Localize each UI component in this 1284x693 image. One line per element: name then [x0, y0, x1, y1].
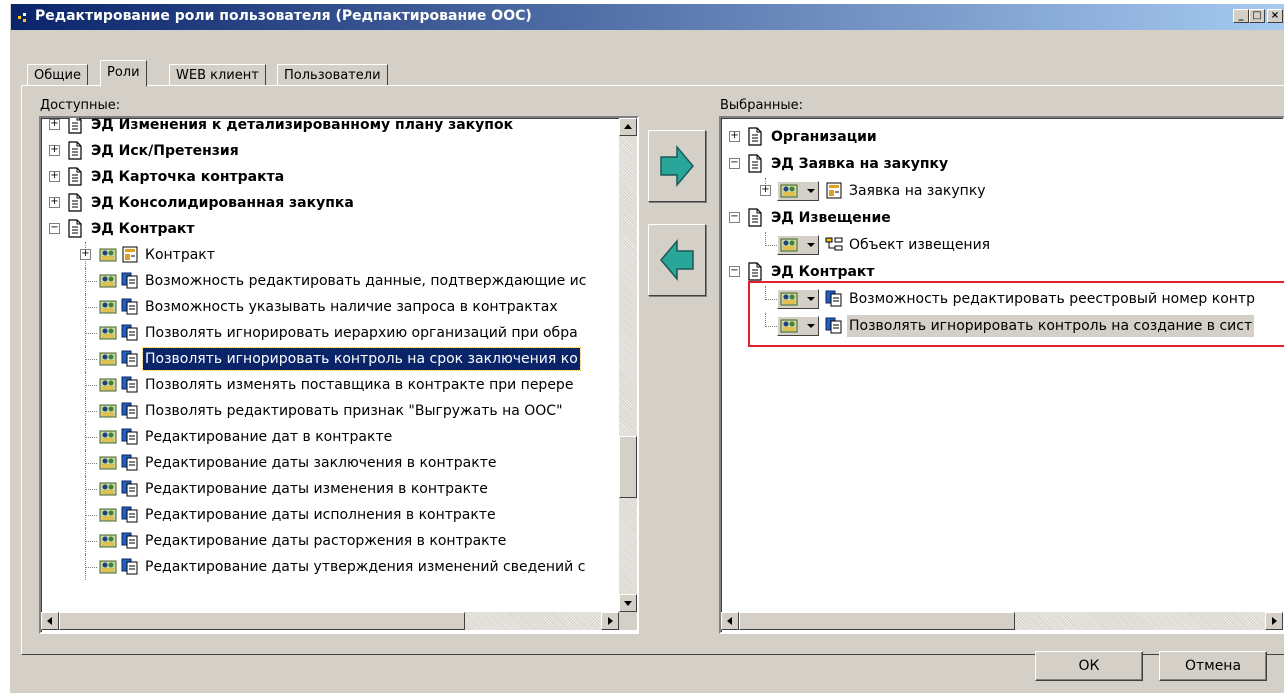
tree-item-label: Возможность указывать наличие запроса в …: [145, 299, 558, 315]
tree-item[interactable]: + ЭД Консолидированная закупка: [41, 190, 619, 216]
tree-item-label: Редактирование даты расторжения в контра…: [145, 533, 507, 549]
app-icon: [18, 13, 26, 22]
tree-item[interactable]: Объект извещения: [721, 232, 1283, 258]
tree-item[interactable]: Редактирование даты заключения в контрак…: [41, 450, 619, 476]
tree-item-label: Организации: [771, 129, 877, 145]
tab-web-client[interactable]: WEB клиент: [169, 64, 266, 86]
expand-icon[interactable]: +: [80, 249, 91, 260]
tab-users[interactable]: Пользователи: [277, 64, 388, 86]
selected-hscrollbar[interactable]: [721, 612, 1283, 630]
tab-roles[interactable]: Роли: [100, 60, 147, 87]
expand-icon[interactable]: +: [49, 171, 60, 182]
tree-item-label: ЭД Извещение: [771, 210, 891, 226]
tree-item[interactable]: + Контракт: [41, 242, 619, 268]
hscroll-thumb[interactable]: [59, 612, 465, 630]
close-button[interactable]: ×: [1267, 9, 1283, 23]
tree-item-label: Объект извещения: [849, 237, 991, 253]
tree-item[interactable]: Позволять игнорировать контроль на срок …: [41, 346, 619, 372]
tree-item-label: Редактирование даты заключения в контрак…: [145, 455, 497, 471]
tree-item[interactable]: Позволять изменять поставщика в контракт…: [41, 372, 619, 398]
title-bar[interactable]: Редактирование роли пользователя (Редпак…: [11, 4, 1284, 30]
selected-caption: Выбранные:: [720, 98, 804, 113]
arrow-right-icon: [660, 144, 694, 188]
chevron-down-icon: [807, 189, 815, 193]
tree-item[interactable]: Редактирование даты расторжения в контра…: [41, 528, 619, 554]
tree-item-label: ЭД Заявка на закупку: [771, 156, 949, 172]
scroll-left-button[interactable]: [41, 612, 59, 630]
access-dropdown-button[interactable]: [777, 235, 819, 255]
hscroll-thumb[interactable]: [739, 612, 1015, 630]
tree-item-label: ЭД Контракт: [91, 221, 195, 237]
scroll-thumb[interactable]: [619, 436, 637, 498]
expand-icon[interactable]: +: [49, 197, 60, 208]
expand-icon[interactable]: +: [729, 131, 740, 142]
expand-icon[interactable]: +: [49, 145, 60, 156]
tree-item[interactable]: Редактирование даты исполнения в контрак…: [41, 502, 619, 528]
highlight-frame: [748, 281, 1284, 347]
tree-item-label: Позволять редактировать признак "Выгружа…: [145, 403, 563, 419]
tree-item-label: Позволять игнорировать контроль на срок …: [142, 347, 581, 371]
scroll-corner: [619, 612, 637, 630]
tree-item[interactable]: − ЭД Заявка на закупку: [721, 151, 1283, 177]
scroll-left-button[interactable]: [721, 612, 739, 630]
available-hscrollbar[interactable]: [41, 612, 619, 630]
tree-item-label: Позволять игнорировать иерархию организа…: [145, 325, 578, 341]
tree-item-label: ЭД Карточка контракта: [91, 169, 285, 185]
tree-item[interactable]: − ЭД Извещение: [721, 205, 1283, 231]
available-vscrollbar[interactable]: [619, 118, 637, 612]
scroll-down-button[interactable]: [619, 594, 637, 612]
role-edit-window: Редактирование роли пользователя (Редпак…: [10, 4, 1284, 693]
tree-item-label: ЭД Изменения к детализированному плану з…: [91, 117, 514, 133]
arrow-left-icon: [660, 238, 694, 282]
tree-item[interactable]: Возможность редактировать данные, подтве…: [41, 268, 619, 294]
tab-general[interactable]: Общие: [27, 64, 88, 86]
expand-icon[interactable]: +: [49, 119, 60, 130]
maximize-button[interactable]: □: [1249, 9, 1265, 23]
remove-from-selected-button[interactable]: [648, 224, 706, 296]
tree-item-label: Редактирование даты исполнения в контрак…: [145, 507, 496, 523]
tree-item[interactable]: − ЭД Контракт: [41, 216, 619, 242]
tree-item-label: ЭД Консолидированная закупка: [91, 195, 354, 211]
tree-item[interactable]: Позволять игнорировать иерархию организа…: [41, 320, 619, 346]
tree-item[interactable]: Редактирование дат в контракте: [41, 424, 619, 450]
tree-item[interactable]: Редактирование даты утверждения изменени…: [41, 554, 619, 580]
tree-item[interactable]: Возможность указывать наличие запроса в …: [41, 294, 619, 320]
ok-button[interactable]: ОК: [1035, 651, 1143, 681]
scroll-up-button[interactable]: [619, 118, 637, 136]
tree-item[interactable]: + Заявка на закупку: [721, 178, 1283, 204]
collapse-icon[interactable]: −: [729, 212, 740, 223]
tree-item-label: Возможность редактировать данные, подтве…: [145, 273, 587, 289]
collapse-icon[interactable]: −: [729, 266, 740, 277]
available-caption: Доступные:: [40, 98, 121, 113]
expand-icon[interactable]: +: [760, 185, 771, 196]
scroll-right-button[interactable]: [1265, 612, 1283, 630]
tree-item[interactable]: Позволять редактировать признак "Выгружа…: [41, 398, 619, 424]
chevron-down-icon: [807, 243, 815, 247]
cancel-button[interactable]: Отмена: [1159, 651, 1267, 681]
scroll-right-button[interactable]: [601, 612, 619, 630]
add-to-selected-button[interactable]: [648, 130, 706, 202]
tree-item-label: Редактирование дат в контракте: [145, 429, 393, 445]
selected-tree[interactable]: + Организации − ЭД Заявка на закупку + Заявка…: [719, 116, 1284, 634]
tree-item[interactable]: + Организации: [721, 124, 1283, 150]
roles-panel: Доступные: Выбранные: + ЭД Изменения к де…: [21, 85, 1284, 655]
tree-item-label: Редактирование даты изменения в контракт…: [145, 481, 488, 497]
available-tree[interactable]: + ЭД Изменения к детализированному плану …: [39, 116, 639, 634]
collapse-icon[interactable]: −: [49, 223, 60, 234]
tree-item-label: Заявка на закупку: [849, 183, 986, 199]
tree-item-label: ЭД Иск/Претензия: [91, 143, 239, 159]
tree-item[interactable]: + ЭД Иск/Претензия: [41, 138, 619, 164]
tree-item-label: Позволять изменять поставщика в контракт…: [145, 377, 574, 393]
tree-item[interactable]: + ЭД Карточка контракта: [41, 164, 619, 190]
tree-item[interactable]: + ЭД Изменения к детализированному плану …: [41, 117, 619, 138]
minimize-button[interactable]: _: [1233, 9, 1249, 23]
tree-item[interactable]: Редактирование даты изменения в контракт…: [41, 476, 619, 502]
window-title: Редактирование роли пользователя (Редпак…: [35, 8, 532, 24]
access-dropdown-button[interactable]: [777, 181, 819, 201]
tree-item-label: Контракт: [145, 247, 215, 263]
tree-item-label: Редактирование даты утверждения изменени…: [145, 559, 586, 575]
collapse-icon[interactable]: −: [729, 158, 740, 169]
